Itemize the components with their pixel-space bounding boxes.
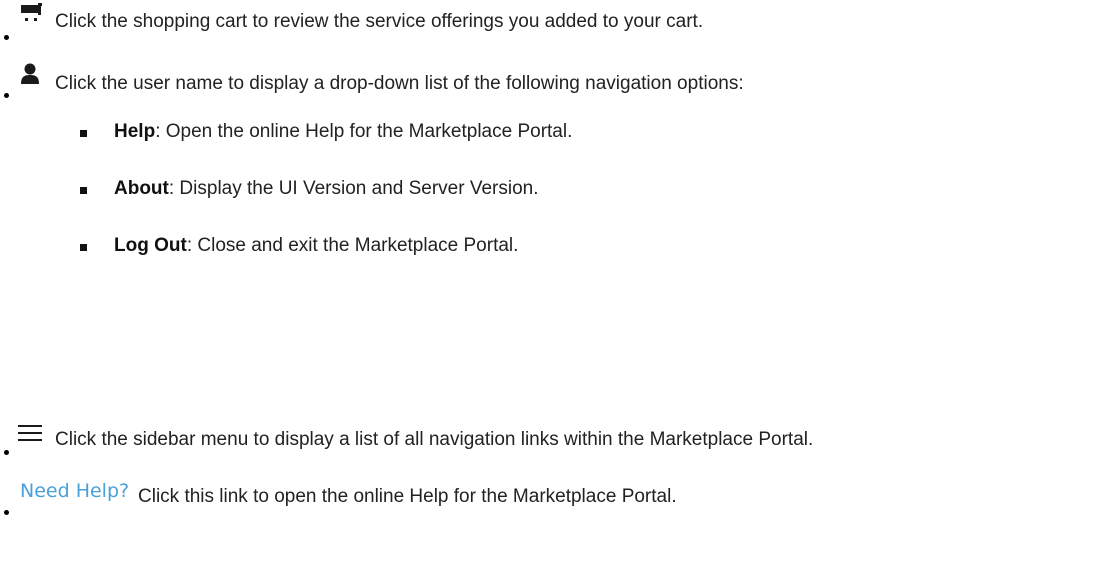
desc-logout: : Close and exit the Marketplace Portal. [186, 235, 519, 256]
term-logout: Log Out [114, 235, 187, 256]
list-item-shopping-cart: Click the shopping cart to review the se… [0, 0, 1114, 40]
item-text: Click this link to open the online Help … [138, 486, 677, 507]
desc-about: : Display the UI Version and Server Vers… [168, 178, 539, 199]
item-text: Click the sidebar menu to display a list… [55, 429, 814, 450]
square-bullet [80, 244, 87, 251]
list-item-user-name: Click the user name to display a drop-do… [0, 58, 1114, 98]
bullet [4, 35, 9, 40]
item-text: Click the user name to display a drop-do… [55, 73, 744, 94]
bullet [4, 510, 9, 515]
square-bullet [80, 130, 87, 137]
square-bullet [80, 187, 87, 194]
user-icon[interactable] [18, 62, 42, 86]
list-item-sidebar-menu: Click the sidebar menu to display a list… [0, 414, 1114, 455]
hamburger-menu-icon[interactable] [18, 423, 42, 443]
shopping-cart-icon[interactable] [20, 3, 42, 25]
list-item-need-help: Need Help? Click this link to open the o… [0, 472, 1114, 515]
item-text: Click the shopping cart to review the se… [55, 11, 704, 32]
bullet [4, 93, 9, 98]
need-help-link[interactable]: Need Help? [20, 479, 129, 503]
term-help: Help [114, 121, 156, 142]
desc-help: : Open the online Help for the Marketpla… [155, 121, 573, 142]
term-about: About [114, 178, 169, 199]
bullet [4, 450, 9, 455]
